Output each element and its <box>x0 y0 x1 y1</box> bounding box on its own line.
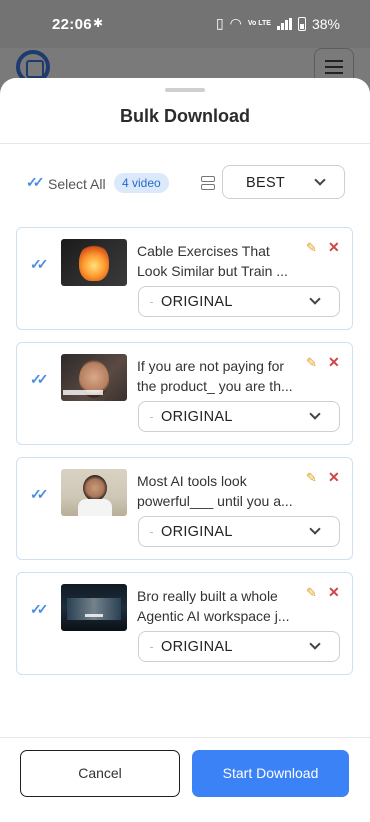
video-quality-value: ORIGINAL <box>161 639 233 655</box>
pencil-icon[interactable]: ✎ <box>306 355 317 371</box>
footer-divider <box>0 737 370 738</box>
chevron-down-icon <box>309 408 321 420</box>
sheet-title: Bulk Download <box>120 106 250 126</box>
layers-icon <box>201 176 215 190</box>
video-count-badge: 4 video <box>114 173 169 193</box>
wifi-icon: ◠ <box>229 15 242 31</box>
status-bar: 22:06 ✱ ▯ ◠ Vo LTE 38% <box>0 0 370 48</box>
global-quality-value: BEST <box>246 175 286 191</box>
header-divider <box>0 143 370 144</box>
status-time: 22:06 <box>52 16 92 33</box>
status-icons: ▯ ◠ Vo LTE 38% <box>216 15 340 32</box>
select-all-label[interactable]: Select All <box>48 176 106 192</box>
video-card[interactable]: ✓✓ If you are not paying for the product… <box>16 342 353 445</box>
video-title: Bro really built a whole Agentic AI work… <box>137 588 290 624</box>
video-quality-select[interactable]: ORIGINAL <box>138 631 340 662</box>
close-icon[interactable]: ✕ <box>328 469 340 486</box>
notification-icon: ✱ <box>93 16 104 30</box>
pencil-icon[interactable]: ✎ <box>306 470 317 486</box>
video-check-icon[interactable]: ✓✓ <box>30 371 49 388</box>
video-thumbnail <box>61 469 127 516</box>
close-icon[interactable]: ✕ <box>328 584 340 601</box>
cancel-button[interactable]: Cancel <box>20 750 180 797</box>
video-check-icon[interactable]: ✓✓ <box>30 601 49 618</box>
video-quality-value: ORIGINAL <box>161 409 233 425</box>
video-card[interactable]: ✓✓ Bro really built a whole Agentic AI w… <box>16 572 353 675</box>
video-quality-value: ORIGINAL <box>161 524 233 540</box>
video-quality-value: ORIGINAL <box>161 294 233 310</box>
video-thumbnail <box>61 584 127 631</box>
video-title: Most AI tools look powerful___ until you… <box>137 473 293 509</box>
global-quality-select[interactable]: BEST <box>222 165 345 199</box>
pencil-icon[interactable]: ✎ <box>306 585 317 601</box>
volte-icon: Vo LTE <box>247 20 271 27</box>
video-quality-select[interactable]: ORIGINAL <box>138 516 340 547</box>
video-check-icon[interactable]: ✓✓ <box>30 256 49 273</box>
close-icon[interactable]: ✕ <box>328 354 340 371</box>
pencil-icon[interactable]: ✎ <box>306 240 317 256</box>
chevron-down-icon <box>309 638 321 650</box>
video-card[interactable]: ✓✓ Most AI tools look powerful___ until … <box>16 457 353 560</box>
select-all-check-icon[interactable]: ✓✓ <box>26 174 45 191</box>
video-check-icon[interactable]: ✓✓ <box>30 486 49 503</box>
bulk-download-sheet: Bulk Download ✓✓ Select All 4 video BEST… <box>0 78 370 822</box>
chevron-down-icon <box>309 523 321 535</box>
video-title: Cable Exercises That Look Similar but Tr… <box>137 243 288 279</box>
chevron-down-icon <box>314 174 326 186</box>
vibrate-icon: ▯ <box>215 15 224 31</box>
video-quality-select[interactable]: ORIGINAL <box>138 286 340 317</box>
chevron-down-icon <box>309 293 321 305</box>
battery-icon <box>297 16 306 31</box>
video-quality-select[interactable]: ORIGINAL <box>138 401 340 432</box>
signal-icon <box>276 17 292 30</box>
video-thumbnail <box>61 354 127 401</box>
battery-percent: 38% <box>311 15 340 32</box>
close-icon[interactable]: ✕ <box>328 239 340 256</box>
video-thumbnail <box>61 239 127 286</box>
video-card[interactable]: ✓✓ Cable Exercises That Look Similar but… <box>16 227 353 330</box>
start-download-button[interactable]: Start Download <box>192 750 349 797</box>
drag-handle[interactable] <box>165 88 205 92</box>
video-title: If you are not paying for the product_ y… <box>137 358 293 394</box>
